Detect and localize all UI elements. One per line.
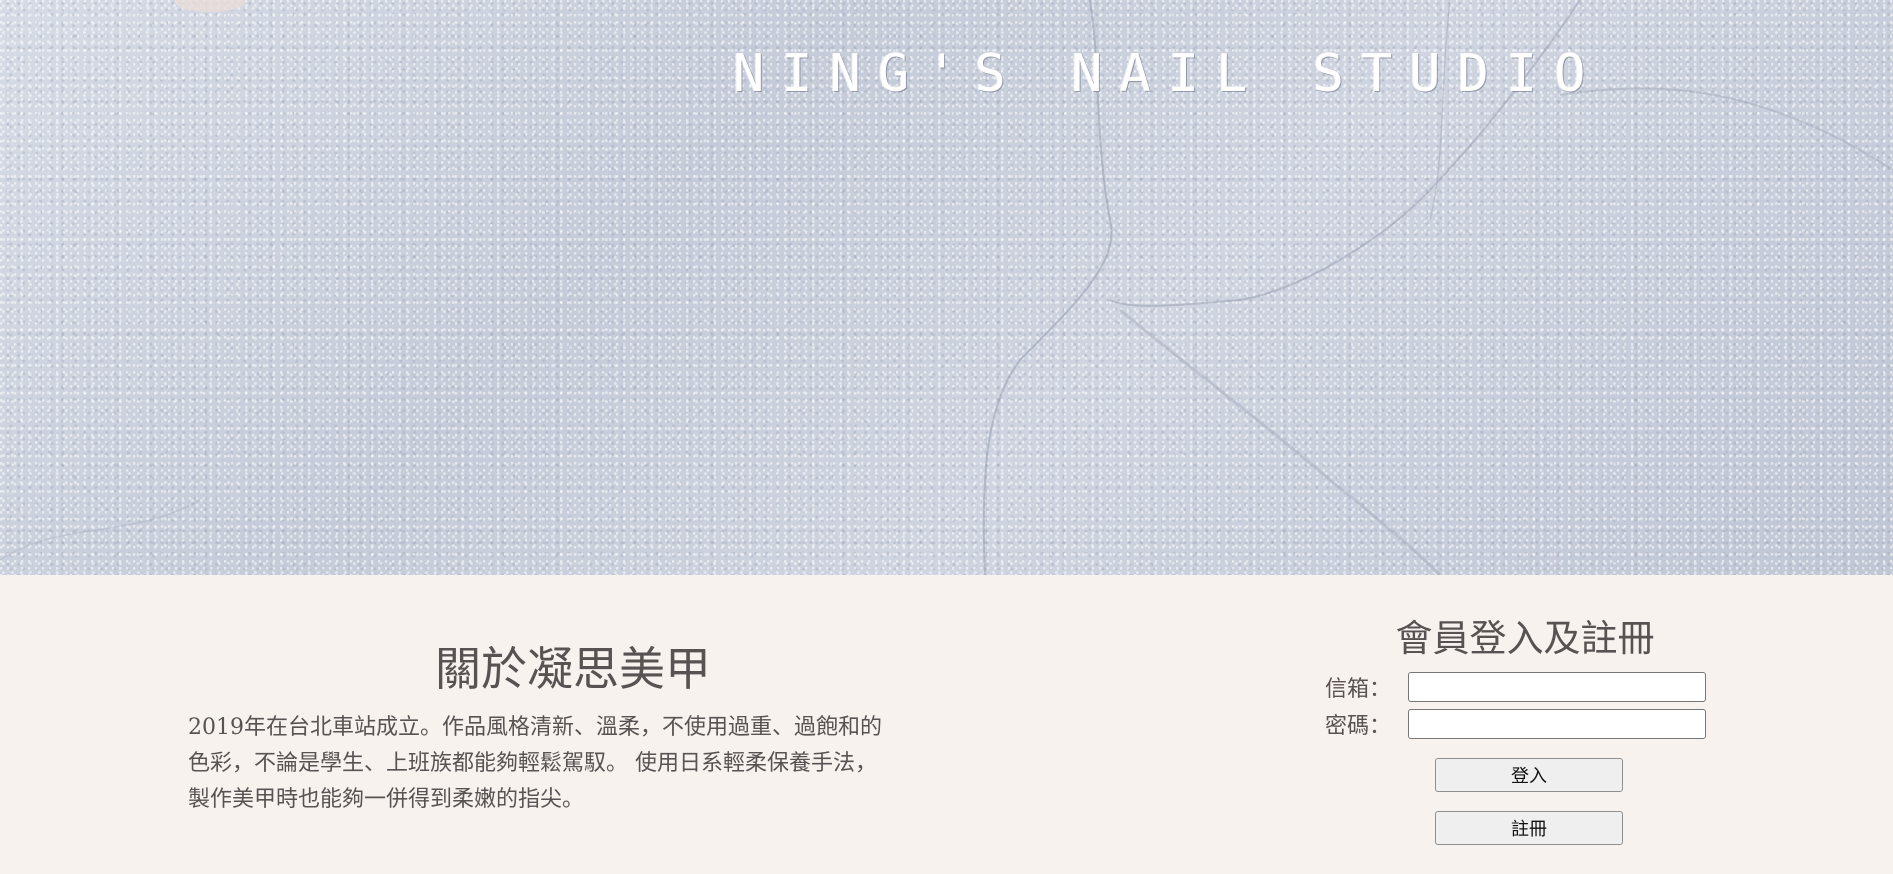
member-title: 會員登入及註冊 bbox=[1395, 617, 1655, 660]
email-field[interactable] bbox=[1408, 672, 1706, 703]
about-section: 關於凝思美甲 2019年在台北車站成立。作品風格清新、溫柔，不使用過重、過飽和的… bbox=[188, 640, 938, 818]
register-button[interactable]: 註冊 bbox=[1435, 811, 1623, 846]
about-description: 2019年在台北車站成立。作品風格清新、溫柔，不使用過重、過飽和的 色彩，不論是… bbox=[188, 710, 938, 818]
password-field[interactable] bbox=[1408, 709, 1706, 740]
about-text-line-2: 色彩，不論是學生、上班族都能夠輕鬆駕馭。 使用日系輕柔保養手法， bbox=[188, 750, 877, 776]
password-label: 密碼： bbox=[1325, 714, 1392, 740]
hero-banner: NING'S NAIL STUDIO bbox=[0, 0, 1893, 575]
email-label: 信箱： bbox=[1325, 677, 1392, 703]
login-button[interactable]: 登入 bbox=[1435, 758, 1623, 793]
about-text-line-1: 2019年在台北車站成立。作品風格清新、溫柔，不使用過重、過飽和的 bbox=[188, 714, 882, 740]
studio-title: NING'S NAIL STUDIO bbox=[733, 44, 1603, 104]
password-row: 密碼： bbox=[1325, 706, 1715, 742]
member-login-panel: 會員登入及註冊 信箱： 密碼： 登入 註冊 bbox=[1325, 615, 1715, 846]
about-title: 關於凝思美甲 bbox=[435, 642, 711, 696]
about-text-line-3: 製作美甲時也能夠一併得到柔嫩的指尖。 bbox=[188, 786, 585, 812]
email-row: 信箱： bbox=[1325, 669, 1715, 705]
